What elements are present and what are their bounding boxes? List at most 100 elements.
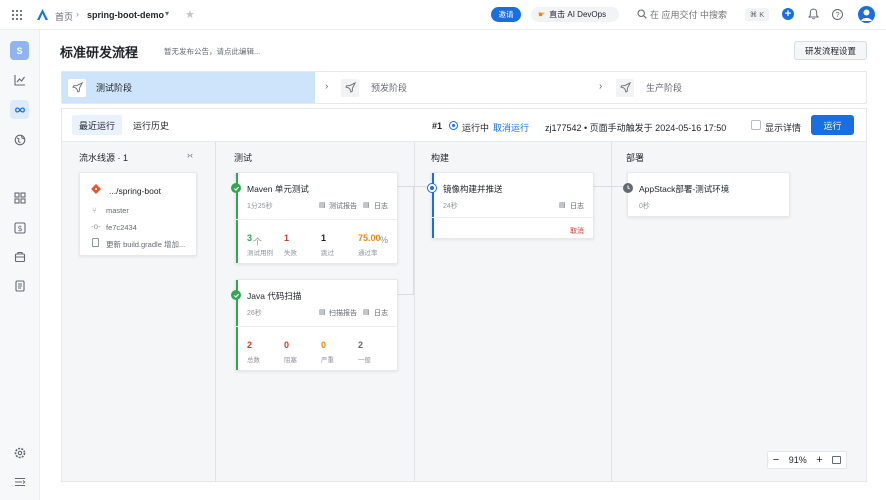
source-message: 更新 build.gradle 增加... (106, 240, 186, 249)
log-link[interactable]: 日志 (570, 201, 584, 211)
stat-pass-rate-label: 通过率 (358, 250, 378, 257)
dollar-icon[interactable]: $ (11, 219, 29, 237)
source-branch: master (106, 206, 129, 215)
chart-icon[interactable] (11, 71, 29, 89)
run-button-label: 运行 (823, 120, 842, 131)
title-chevron-down-icon[interactable]: ⌄ (131, 44, 139, 55)
divider (236, 219, 397, 220)
source-repo[interactable]: .../spring-boot (109, 186, 161, 196)
job-card-appstack[interactable]: AppStack部署-测试环境 0秒 (623, 172, 790, 217)
branch-icon: ⑂ (92, 206, 97, 215)
fit-screen-icon[interactable] (832, 456, 842, 464)
run-button[interactable]: 运行 (811, 115, 854, 135)
stat-normal-value: 2 (358, 340, 364, 350)
job-duration: 24秒 (443, 203, 458, 210)
divider (236, 326, 397, 327)
commit-icon: -o- (91, 222, 101, 231)
show-detail-label: 显示详情 (765, 123, 802, 133)
message-icon (92, 238, 99, 247)
search-input[interactable] (650, 7, 740, 22)
tab-run-history[interactable]: 运行历史 (126, 115, 176, 135)
stage-test-label: 测试阶段 (96, 83, 133, 93)
stat-cases-label: 测试用例 (247, 250, 273, 257)
column-divider (611, 142, 612, 481)
job-name: Maven 单元测试 (247, 184, 309, 194)
job-card-image-build[interactable]: 镜像构建并推送 24秒 ▤ 日志 取消 (427, 172, 594, 239)
package-icon[interactable] (11, 248, 29, 266)
run-number: #1 (432, 121, 443, 131)
column-deploy-title: 部署 (626, 153, 645, 163)
menu-collapse-icon[interactable] (11, 473, 29, 491)
log-link[interactable]: 日志 (374, 308, 388, 318)
project-avatar[interactable]: S (10, 41, 29, 60)
hand-icon: ☛ (538, 10, 546, 19)
success-check-icon (231, 290, 241, 300)
bell-icon[interactable] (807, 8, 820, 20)
collapse-icon[interactable]: ›‹ (187, 150, 193, 160)
log-icon: ▤ (363, 309, 370, 316)
job-card-java-scan[interactable]: Java 代码扫描 26秒 ▤ 扫描报告 ▤ 日志 2 总数 0 阻塞 0 严重… (231, 279, 398, 371)
add-icon[interactable]: + (782, 8, 794, 20)
document-icon[interactable] (11, 277, 29, 295)
stage-production[interactable]: 生产阶段 (616, 72, 866, 103)
scan-report-link[interactable]: 扫描报告 (329, 308, 357, 318)
stage-production-label: 生产阶段 (646, 83, 683, 93)
running-status-icon (449, 121, 458, 130)
chevron-down-icon[interactable]: ▾ (165, 9, 169, 18)
cancel-run-link[interactable]: 取消运行 (493, 121, 529, 134)
job-name: AppStack部署-测试环境 (639, 184, 730, 194)
tab-recent-run[interactable]: 最近运行 (72, 115, 122, 135)
run-status: 运行中 (462, 123, 490, 133)
invite-button[interactable]: 邀请 (491, 7, 521, 22)
job-duration: 26秒 (247, 310, 262, 317)
star-icon[interactable]: ★ (185, 8, 195, 21)
project-avatar-letter: S (16, 45, 23, 56)
logo-icon[interactable] (36, 8, 49, 21)
app-grid-icon[interactable] (11, 9, 23, 21)
stat-failed-label: 失败 (284, 250, 297, 257)
connector-line (398, 294, 414, 295)
job-name: Java 代码扫描 (247, 291, 302, 301)
notice-text[interactable]: 暂无发布公告，请点此编辑... (164, 46, 260, 57)
test-report-link[interactable]: 测试报告 (329, 201, 357, 211)
divider (432, 217, 593, 218)
user-avatar[interactable] (858, 6, 875, 23)
connector-line (413, 186, 414, 294)
stat-skipped-value: 1 (321, 233, 327, 243)
apps-icon[interactable] (11, 189, 29, 207)
report-icon: ▤ (319, 309, 326, 316)
show-detail-checkbox[interactable] (751, 120, 761, 130)
project-name[interactable]: spring-boot-demo (87, 10, 164, 20)
ai-devops-button[interactable]: ☛ 直击 AI DevOps (531, 7, 619, 22)
rocket-icon (68, 78, 86, 97)
sidebar: S $ (0, 30, 40, 500)
stat-critical-value: 0 (321, 340, 327, 350)
pipeline-infinity-icon[interactable] (10, 100, 29, 119)
help-icon[interactable]: ? (832, 9, 843, 20)
stat-failed-value: 1 (284, 233, 290, 243)
column-divider (414, 142, 415, 481)
success-check-icon (231, 183, 241, 193)
breadcrumb-home[interactable]: 首页 (55, 10, 73, 23)
job-card-maven[interactable]: Maven 单元测试 1分25秒 ▤ 测试报告 ▤ 日志 3个 测试用例 1 失… (231, 172, 398, 264)
log-link[interactable]: 日志 (374, 201, 388, 211)
source-card[interactable]: .../spring-boot ⑂ master -o- fe7c2434 更新… (79, 172, 197, 256)
settings-gear-icon[interactable] (11, 444, 29, 462)
stage-test[interactable]: 测试阶段 (62, 72, 315, 103)
stage-arrow-icon: › (599, 81, 603, 92)
zoom-level: 91% (788, 455, 807, 465)
rocket-icon (616, 78, 634, 97)
shortcut-badge: ⌘ K (745, 8, 769, 21)
flow-settings-button[interactable]: 研发流程设置 (794, 41, 867, 60)
tab-recent-run-label: 最近运行 (78, 120, 115, 131)
column-test-title: 测试 (234, 153, 253, 163)
stat-total-label: 总数 (247, 357, 260, 364)
flow-settings-label: 研发流程设置 (804, 45, 856, 56)
ai-devops-label: 直击 AI DevOps (549, 10, 607, 19)
cancel-job-link[interactable]: 取消 (570, 226, 584, 236)
stage-staging[interactable]: 预发阶段 (341, 72, 591, 103)
zoom-in-icon[interactable]: + (816, 454, 822, 466)
globe-icon[interactable] (11, 131, 29, 149)
zoom-out-icon[interactable]: − (773, 454, 779, 466)
job-stats: 2 总数 0 阻塞 0 严重 2 一般 (247, 340, 397, 366)
